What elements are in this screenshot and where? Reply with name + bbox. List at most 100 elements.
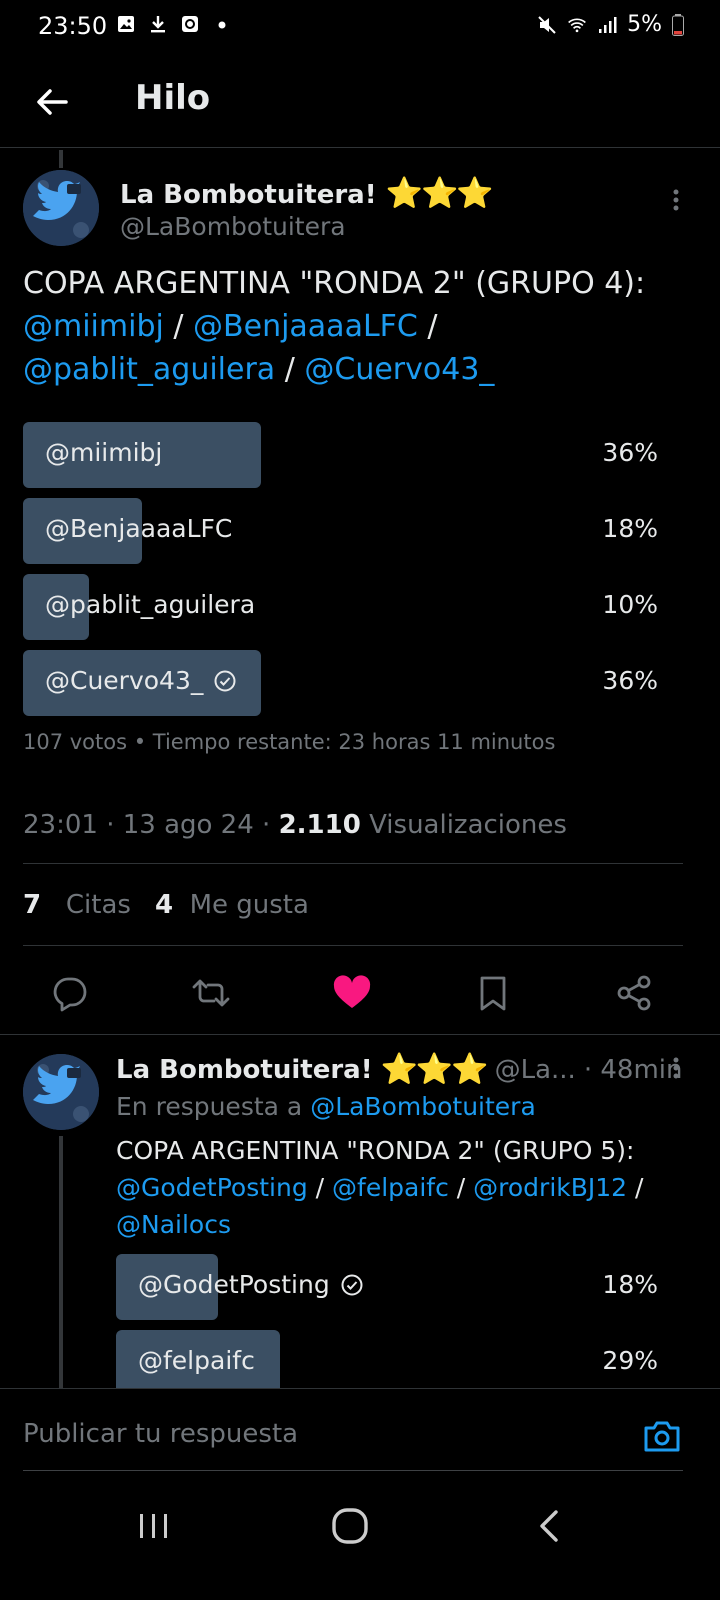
bird-avatar-icon [23, 170, 99, 246]
battery-low-icon [672, 13, 684, 36]
system-back-button[interactable] [526, 1502, 574, 1550]
mention-link[interactable]: @Cuervo43_ [304, 352, 494, 387]
separator: / [275, 352, 305, 387]
reply-author-handle[interactable]: @La... [495, 1055, 576, 1085]
reply-poll: @GodetPosting 18% @felpaifc 29% [116, 1254, 683, 1406]
views-count: 2.110 [278, 810, 361, 840]
recents-icon [140, 1514, 167, 1538]
mute-icon [538, 15, 556, 34]
poll-option-percent: 18% [602, 514, 658, 543]
likes-stat[interactable]: 4 Me gusta [155, 890, 309, 920]
poll-option-text: @Cuervo43_ [45, 666, 204, 695]
poll: @miimibj 36% @BenjaaaaLFC 18% @pablit_ag… [23, 422, 683, 726]
poll-option[interactable]: @GodetPosting 18% [116, 1254, 683, 1320]
mention-link[interactable]: @rodrikBJ12 [473, 1173, 627, 1202]
thread-connector [59, 1136, 63, 1388]
check-circle-icon [341, 1274, 363, 1295]
bookmark-icon [480, 976, 506, 1011]
mention-link[interactable]: @GodetPosting [116, 1173, 308, 1202]
timestamp-text: 23:01 · 13 ago 24 · [23, 810, 279, 840]
poll-option-text: @pablit_aguilera [45, 590, 256, 619]
poll-option-percent: 18% [602, 1270, 658, 1299]
views-label: Visualizaciones [369, 810, 567, 840]
poll-option-text: @miimibj [45, 438, 163, 467]
poll-option-text: @GodetPosting [138, 1270, 330, 1299]
poll-option-percent: 36% [602, 666, 658, 695]
author-name-text: La Bombotuitera! [120, 180, 377, 210]
quotes-stat[interactable]: 7 Citas [23, 890, 131, 920]
dot-icon [218, 21, 226, 29]
reply-author-name[interactable]: La Bombotuitera! [116, 1055, 373, 1085]
gallery-icon [118, 16, 134, 32]
mention-link[interactable]: @Nailocs [116, 1210, 231, 1239]
retweet-button[interactable] [189, 971, 233, 1015]
mention-link[interactable]: @felpaifc [332, 1173, 449, 1202]
arrow-left-icon [37, 89, 68, 115]
status-time: 23:50 [38, 12, 108, 40]
poll-option-percent: 29% [602, 1346, 658, 1375]
poll-option[interactable]: @Cuervo43_ 36% [23, 650, 683, 716]
likes-count: 4 [154, 890, 174, 920]
status-notification-icons [116, 14, 232, 34]
poll-option-text: @felpaifc [138, 1346, 255, 1375]
quotes-count: 7 [23, 890, 42, 920]
poll-option-text: @BenjaaaaLFC [45, 514, 233, 543]
poll-option[interactable]: @pablit_aguilera 10% [23, 574, 683, 640]
stars-emoji: ⭐⭐⭐ [380, 1052, 489, 1087]
engagement-stats: 7 Citas 4 Me gusta [23, 890, 309, 920]
divider [23, 863, 683, 864]
divider [0, 1034, 720, 1035]
poll-option-label: @pablit_aguilera [45, 590, 255, 619]
page-title: Hilo [135, 78, 211, 118]
share-icon [617, 975, 651, 1011]
reply-tweet-text: COPA ARGENTINA "RONDA 2" (GRUPO 5): @God… [116, 1132, 676, 1243]
mention-link[interactable]: @pablit_aguilera [23, 352, 275, 387]
like-button[interactable] [330, 971, 374, 1015]
share-button[interactable] [612, 971, 656, 1015]
poll-option-percent: 10% [602, 590, 658, 619]
likes-label: Me gusta [189, 890, 309, 920]
tweet-text-prefix: COPA ARGENTINA "RONDA 2" (GRUPO 5): [116, 1136, 635, 1165]
author-handle[interactable]: @LaBombotuitera [120, 212, 346, 241]
chevron-left-icon [540, 1510, 558, 1542]
app-notification-icon [182, 16, 198, 32]
poll-option-label: @miimibj [45, 438, 162, 467]
battery-percent: 5% [627, 12, 662, 37]
camera-button[interactable] [640, 1415, 684, 1459]
reply-more-options-button[interactable] [664, 1052, 688, 1084]
recent-apps-button[interactable] [130, 1502, 178, 1550]
separator: / [163, 309, 194, 344]
more-options-button[interactable] [664, 184, 688, 216]
input-underline [23, 1470, 683, 1471]
poll-option-label: @GodetPosting [138, 1270, 364, 1299]
mention-link[interactable]: @BenjaaaaLFC [193, 309, 418, 344]
back-button[interactable] [30, 78, 78, 126]
mention-link[interactable]: @miimibj [23, 309, 164, 344]
signal-icon [599, 16, 617, 33]
poll-option[interactable]: @felpaifc 29% [116, 1330, 683, 1396]
reply-input[interactable]: Publicar tu respuesta [23, 1419, 298, 1449]
status-system-icons: 5% [537, 12, 684, 37]
bookmark-button[interactable] [471, 971, 515, 1015]
status-bar: 23:50 5% [0, 0, 720, 52]
home-circle-icon [332, 1508, 368, 1544]
poll-meta: 107 votos • Tiempo restante: 23 horas 11… [23, 730, 556, 754]
poll-option[interactable]: @BenjaaaaLFC 18% [23, 498, 683, 564]
reply-tweet-header: La Bombotuitera! ⭐⭐⭐ @La... · 48min [116, 1052, 682, 1087]
download-icon [151, 16, 165, 33]
more-vertical-icon [673, 189, 679, 211]
home-button[interactable] [326, 1502, 374, 1550]
tweet-text: COPA ARGENTINA "RONDA 2" (GRUPO 4): @mii… [23, 262, 703, 391]
action-bar [0, 965, 720, 1021]
reply-avatar[interactable] [23, 1054, 99, 1130]
reply-to-handle[interactable]: @LaBombotuitera [310, 1092, 536, 1121]
avatar[interactable] [23, 170, 99, 246]
author-name[interactable]: La Bombotuitera! ⭐⭐⭐ [120, 176, 494, 211]
reply-button[interactable] [48, 971, 92, 1015]
top-app-bar: Hilo [0, 60, 720, 148]
stars-emoji: ⭐⭐⭐ [385, 176, 494, 211]
poll-option[interactable]: @miimibj 36% [23, 422, 683, 488]
system-navigation-bar [0, 1472, 720, 1600]
poll-option-label: @Cuervo43_ [45, 666, 237, 695]
separator: / [448, 1173, 474, 1202]
